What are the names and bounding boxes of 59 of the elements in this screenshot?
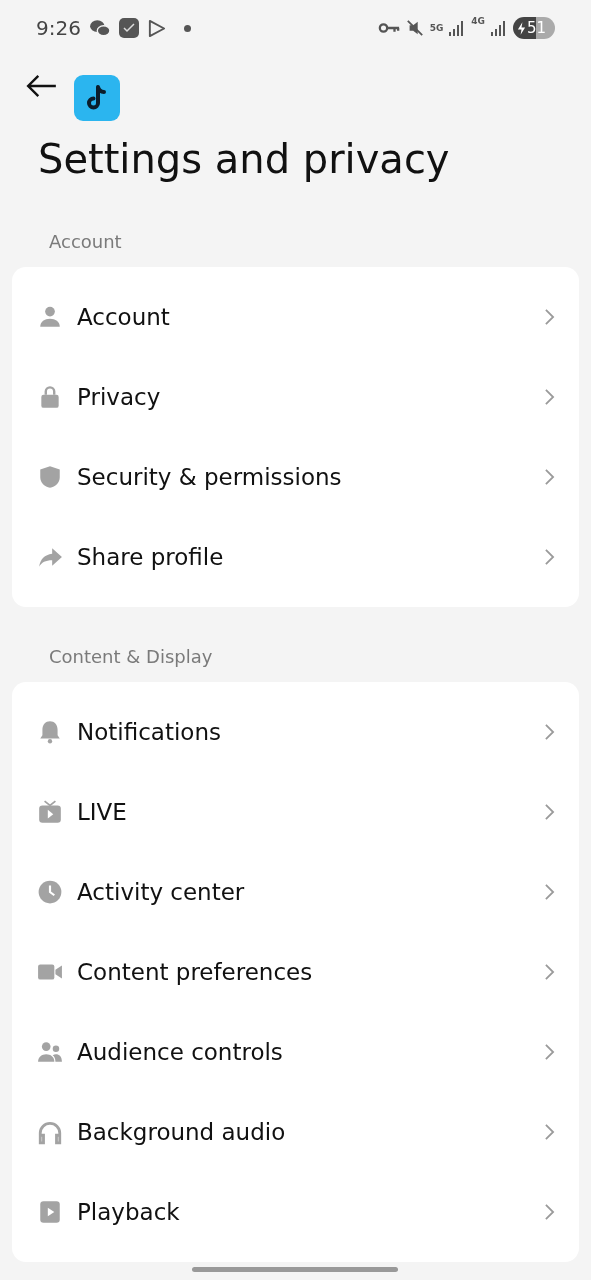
chevron-right-icon <box>544 308 555 326</box>
bell-icon <box>37 719 63 745</box>
settings-item[interactable]: LIVE <box>0 772 591 852</box>
app-icon <box>118 18 139 38</box>
settings-item[interactable]: Account <box>0 277 591 357</box>
key-icon <box>377 22 400 34</box>
chevron-right-icon <box>544 1203 555 1221</box>
item-label: Notifications <box>77 717 222 747</box>
settings-item[interactable]: Activity center <box>0 852 591 932</box>
dot-icon <box>183 24 191 32</box>
status-time: 9:26 <box>36 15 81 42</box>
chevron-right-icon <box>544 388 555 406</box>
mute-icon <box>405 19 424 37</box>
settings-item[interactable]: Playback <box>0 1172 591 1252</box>
network-label: 4G <box>471 17 485 26</box>
back-button[interactable] <box>26 74 58 98</box>
section-header: Account <box>49 230 123 254</box>
item-label: Security & permissions <box>77 462 343 492</box>
item-label: LIVE <box>77 797 128 827</box>
item-label: Audience controls <box>77 1037 284 1067</box>
chevron-right-icon <box>544 548 555 566</box>
item-label: Account <box>77 302 171 332</box>
settings-item[interactable]: Privacy <box>0 357 591 437</box>
shield-icon <box>37 464 63 490</box>
headphones-icon <box>37 1119 63 1145</box>
chevron-right-icon <box>544 1043 555 1061</box>
network-label: 5G <box>429 23 444 33</box>
clock-icon <box>37 879 63 905</box>
item-label: Playback <box>77 1197 181 1227</box>
tv-play-icon <box>37 799 63 825</box>
person-icon <box>37 304 63 330</box>
item-label: Content preferences <box>77 957 314 987</box>
chevron-right-icon <box>544 468 555 486</box>
play-icon <box>37 1199 63 1225</box>
item-label: Share profile <box>77 542 225 572</box>
signal-icon <box>491 20 507 36</box>
item-label: Background audio <box>77 1117 287 1147</box>
settings-item[interactable]: Share profile <box>0 517 591 597</box>
chevron-right-icon <box>544 963 555 981</box>
chevron-right-icon <box>544 803 555 821</box>
people-icon <box>37 1039 63 1065</box>
lightning-icon <box>517 21 526 35</box>
page-title: Settings and privacy <box>38 135 451 184</box>
chevron-right-icon <box>544 883 555 901</box>
back-arrow-icon <box>26 74 58 98</box>
play-store-icon <box>146 18 166 38</box>
signal-icon <box>449 20 466 36</box>
settings-item[interactable]: Audience controls <box>0 1012 591 1092</box>
chat-bubbles-icon <box>88 19 111 37</box>
item-label: Privacy <box>77 382 162 412</box>
item-label: Activity center <box>77 877 246 907</box>
settings-item[interactable]: Security & permissions <box>0 437 591 517</box>
settings-item[interactable]: Content preferences <box>0 932 591 1012</box>
settings-item[interactable]: Background audio <box>0 1092 591 1172</box>
app-logo-icon <box>74 75 120 121</box>
settings-item[interactable]: Notifications <box>0 692 591 772</box>
section-header: Content & Display <box>49 645 214 669</box>
chevron-right-icon <box>544 723 555 741</box>
chevron-right-icon <box>544 1123 555 1141</box>
